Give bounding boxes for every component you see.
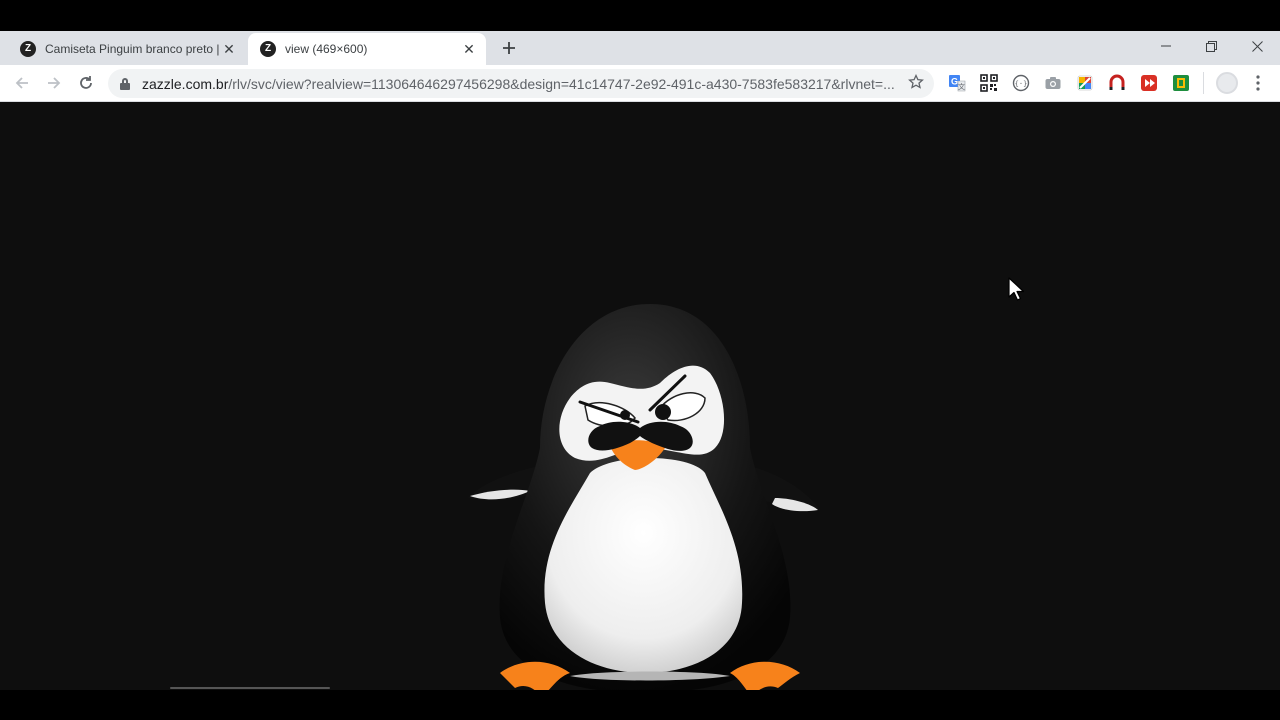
- restore-button[interactable]: [1199, 36, 1223, 56]
- svg-text:文: 文: [958, 82, 965, 91]
- close-icon: [1251, 40, 1263, 52]
- menu-button[interactable]: [1250, 71, 1266, 95]
- camera-icon[interactable]: [1044, 74, 1062, 92]
- green-extension-icon[interactable]: [1172, 74, 1190, 92]
- tab-close-icon[interactable]: ✕: [460, 40, 478, 58]
- letterbox-bottom: [0, 690, 1280, 720]
- horizontal-scroll-indicator[interactable]: [170, 687, 330, 689]
- zazzle-favicon-icon: [20, 41, 36, 57]
- lock-icon[interactable]: [120, 77, 130, 90]
- reload-icon: [80, 76, 92, 89]
- minimize-button[interactable]: [1154, 36, 1178, 56]
- close-window-button[interactable]: [1245, 36, 1269, 56]
- minimize-icon: [1161, 45, 1171, 47]
- more-vert-icon: [1256, 75, 1260, 91]
- address-bar[interactable]: zazzle.com.br/rlv/svc/view?realview=1130…: [108, 69, 934, 98]
- arrow-right-icon: [48, 77, 61, 89]
- arrow-left-icon: [15, 77, 28, 89]
- magnet-icon[interactable]: [1108, 74, 1126, 92]
- plus-icon: [503, 42, 515, 54]
- toolbar-divider: [1203, 72, 1204, 94]
- url-host: zazzle.com.br: [142, 75, 229, 92]
- svg-text:{·}: {·}: [1015, 80, 1028, 88]
- star-icon: [908, 73, 924, 89]
- url-text[interactable]: zazzle.com.br/rlv/svc/view?realview=1130…: [142, 76, 894, 92]
- reload-button[interactable]: [74, 71, 98, 95]
- bookmark-button[interactable]: [908, 73, 924, 95]
- tab-view[interactable]: view (469×600) ✕: [248, 33, 486, 65]
- forward-button[interactable]: [42, 71, 66, 95]
- tab-title: Camiseta Pinguim branco preto |: [45, 42, 220, 56]
- zazzle-favicon-icon: [260, 41, 276, 57]
- tab-close-icon[interactable]: ✕: [220, 40, 238, 58]
- profile-avatar-icon[interactable]: [1216, 72, 1238, 94]
- code-icon[interactable]: {·}: [1012, 74, 1030, 92]
- google-translate-icon[interactable]: G文: [948, 74, 966, 92]
- mouse-cursor-icon: [1008, 277, 1025, 301]
- colorzilla-icon[interactable]: [1076, 74, 1094, 92]
- back-button[interactable]: [10, 71, 34, 95]
- page-viewport: [0, 102, 1280, 696]
- tab-strip: Camiseta Pinguim branco preto | ✕ view (…: [0, 31, 1280, 65]
- letterbox-top: [0, 0, 1280, 31]
- new-tab-button[interactable]: [498, 37, 520, 59]
- penguin-illustration[interactable]: [460, 298, 830, 703]
- tab-title: view (469×600): [285, 42, 368, 56]
- tab-camiseta[interactable]: Camiseta Pinguim branco preto | ✕: [8, 33, 246, 65]
- restore-icon: [1205, 40, 1217, 52]
- media-icon[interactable]: [1140, 74, 1158, 92]
- qr-code-icon[interactable]: [980, 74, 998, 92]
- svg-text:G: G: [951, 77, 958, 87]
- url-path: /rlv/svc/view?realview=11306464629745629…: [228, 75, 894, 92]
